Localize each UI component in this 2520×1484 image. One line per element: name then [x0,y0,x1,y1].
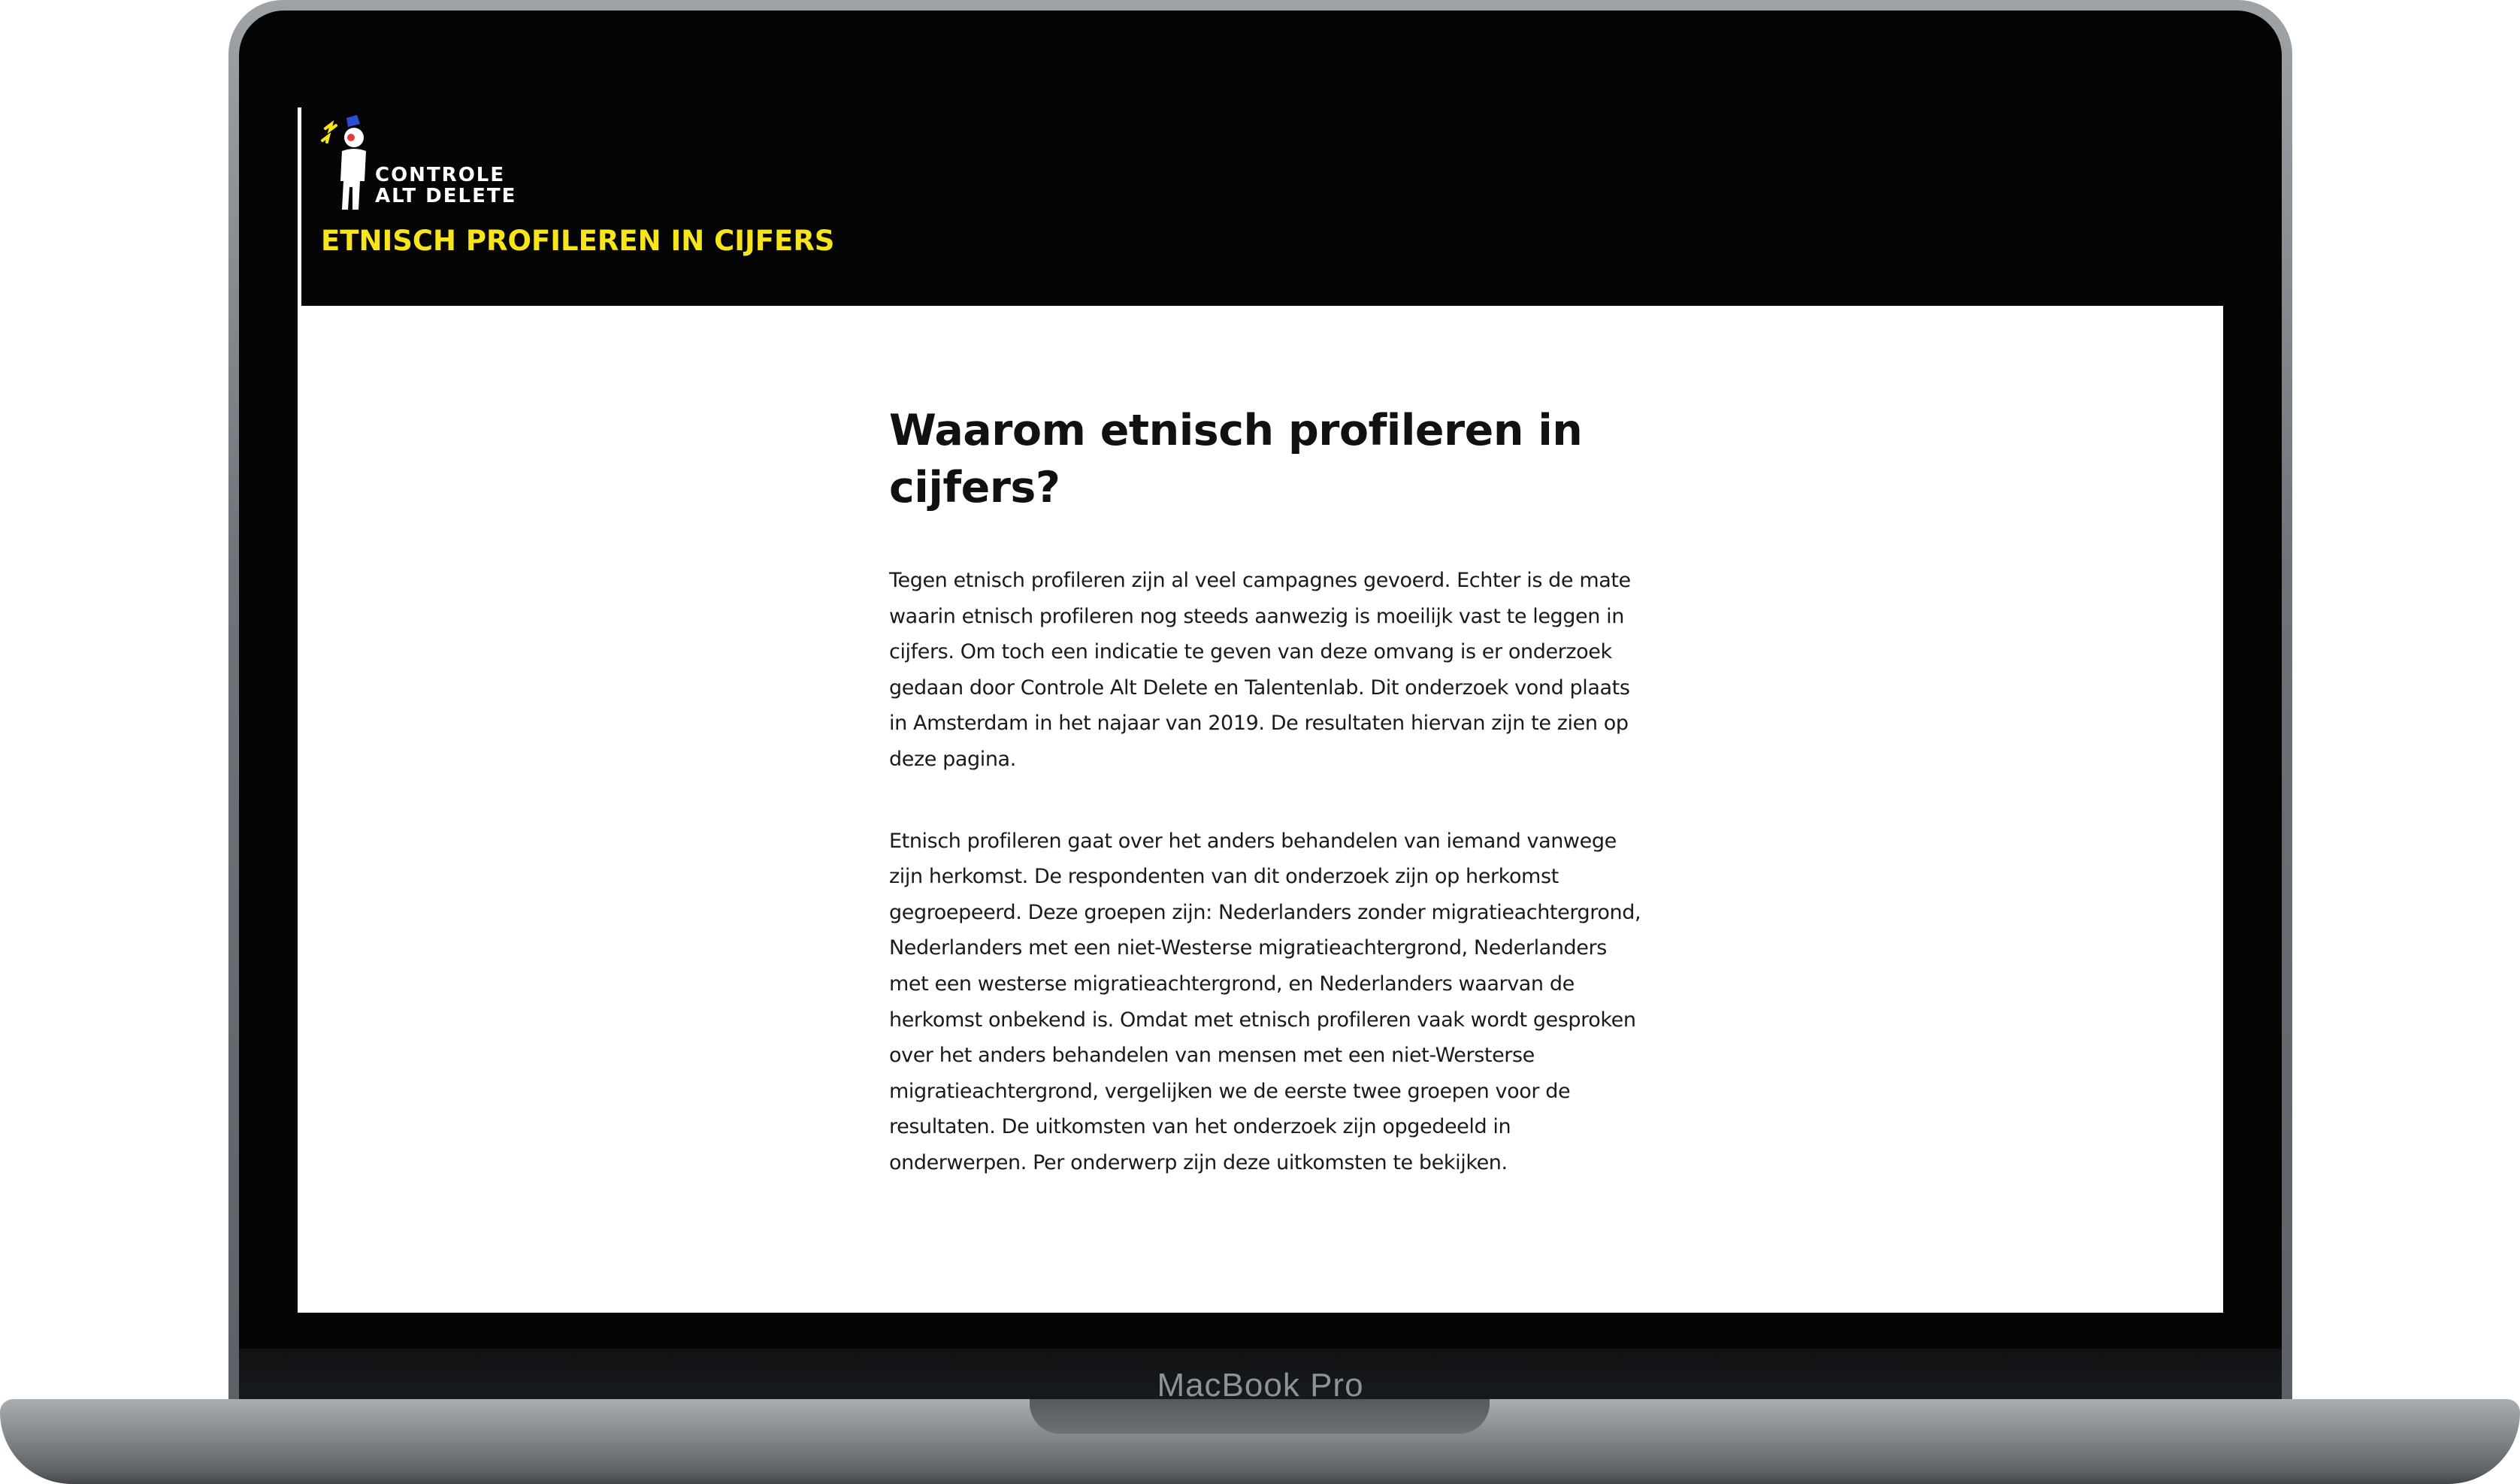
laptop-notch [1030,1399,1490,1434]
logo-line-2: ALT DELETE [375,185,517,207]
site-title[interactable]: ETNISCH PROFILEREN IN CIJFERS [321,225,834,257]
browser-viewport: CONTROLE ALT DELETE ETNISCH PROFILEREN I… [298,107,2223,1313]
site-header: CONTROLE ALT DELETE ETNISCH PROFILEREN I… [298,107,2223,306]
article-content: Waarom etnisch profileren in cijfers? Te… [889,402,1648,1181]
logo-wordmark: CONTROLE ALT DELETE [375,165,516,207]
person-figure-icon [321,115,366,210]
article-heading: Waarom etnisch profileren in cijfers? [889,406,1583,512]
logo-line-1: CONTROLE [375,164,506,186]
site-logo[interactable]: CONTROLE ALT DELETE [321,112,516,210]
article-paragraph-groups: Etnisch profileren gaat over het anders … [889,829,1641,1174]
laptop-mockup: CONTROLE ALT DELETE ETNISCH PROFILEREN I… [0,0,2520,1484]
article-paragraph-intro: Tegen etnisch profileren zijn al veel ca… [889,569,1631,771]
